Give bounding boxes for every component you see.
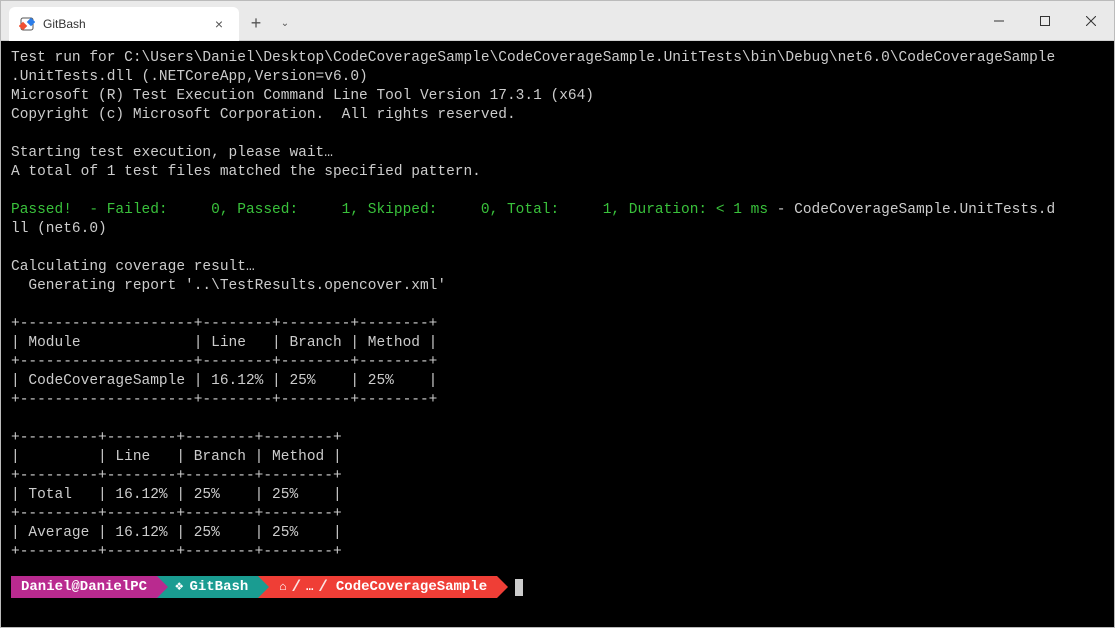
prompt-shell: ❖ GitBash — [157, 576, 258, 598]
test-result-suffix: - CodeCoverageSample.UnitTests.d — [768, 202, 1055, 218]
summary-table-border: +---------+--------+--------+--------+ — [11, 468, 342, 484]
terminal-output[interactable]: Test run for C:\Users\Daniel\Desktop\Cod… — [1, 41, 1114, 627]
output-line: Calculating coverage result… — [11, 259, 255, 275]
close-window-button[interactable] — [1068, 1, 1114, 41]
output-line: Copyright (c) Microsoft Corporation. All… — [11, 107, 516, 123]
prompt-shell-name: GitBash — [189, 578, 248, 597]
summary-table-border: +---------+--------+--------+--------+ — [11, 506, 342, 522]
window-controls — [976, 1, 1114, 41]
summary-table-header: | | Line | Branch | Method | — [11, 449, 342, 465]
tab-gitbash[interactable]: GitBash × — [9, 7, 239, 41]
test-result-passed: Passed! - Failed: 0, Passed: 1, Skipped:… — [11, 202, 768, 218]
summary-table-row: | Total | 16.12% | 25% | 25% | — [11, 487, 342, 503]
output-line: ll (net6.0) — [11, 221, 107, 237]
terminal-window: GitBash × + ⌄ Test run for C:\Users\Dani… — [0, 0, 1115, 628]
diamond-icon: ❖ — [175, 578, 183, 597]
summary-table-row: | Average | 16.12% | 25% | 25% | — [11, 525, 342, 541]
coverage-table-header: | Module | Line | Branch | Method | — [11, 335, 437, 351]
path-separator: / — [291, 578, 301, 597]
coverage-table-border: +--------------------+--------+--------+… — [11, 316, 437, 332]
output-line: A total of 1 test files matched the spec… — [11, 164, 481, 180]
output-line: Starting test execution, please wait… — [11, 145, 333, 161]
summary-table-border: +---------+--------+--------+--------+ — [11, 430, 342, 446]
prompt-path: ⌂ / … / CodeCoverageSample — [258, 576, 497, 598]
output-line: Microsoft (R) Test Execution Command Lin… — [11, 88, 594, 104]
home-icon: ⌂ — [279, 578, 286, 597]
coverage-table-border: +--------------------+--------+--------+… — [11, 354, 437, 370]
prompt-user-host: Daniel@DanielPC — [11, 576, 157, 598]
output-line: .UnitTests.dll (.NETCoreApp,Version=v6.0… — [11, 69, 368, 85]
tab-title: GitBash — [43, 17, 201, 31]
output-line: Test run for C:\Users\Daniel\Desktop\Cod… — [11, 50, 1055, 66]
prompt-folder: CodeCoverageSample — [336, 578, 487, 597]
tab-dropdown-button[interactable]: ⌄ — [273, 7, 297, 40]
coverage-table-border: +--------------------+--------+--------+… — [11, 392, 437, 408]
output-line: Generating report '..\TestResults.openco… — [11, 278, 446, 294]
coverage-table-row: | CodeCoverageSample | 16.12% | 25% | 25… — [11, 373, 437, 389]
path-separator: / — [318, 578, 328, 597]
gitbash-icon — [19, 16, 35, 32]
minimize-button[interactable] — [976, 1, 1022, 41]
cursor — [515, 579, 523, 596]
path-ellipsis: … — [306, 578, 313, 597]
summary-table-border: +---------+--------+--------+--------+ — [11, 544, 342, 560]
prompt-line: Daniel@DanielPC ❖ GitBash ⌂ / … / CodeCoverageS… — [11, 576, 1104, 598]
new-tab-button[interactable]: + — [239, 7, 273, 40]
tab-close-icon[interactable]: × — [209, 16, 229, 32]
maximize-button[interactable] — [1022, 1, 1068, 41]
titlebar: GitBash × + ⌄ — [1, 1, 1114, 41]
